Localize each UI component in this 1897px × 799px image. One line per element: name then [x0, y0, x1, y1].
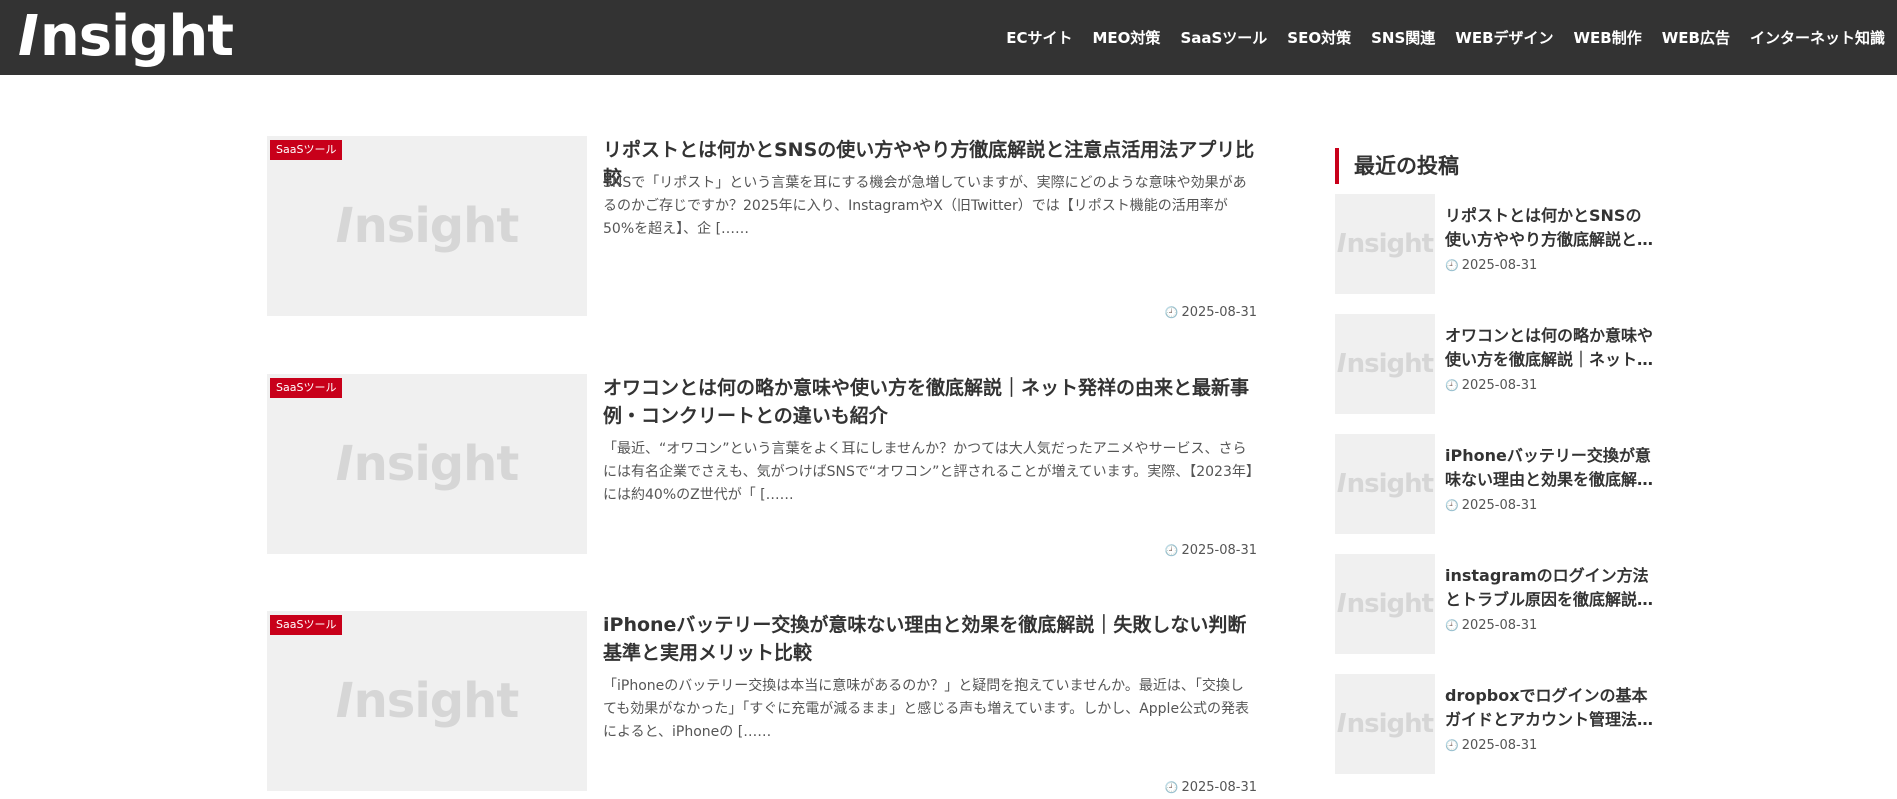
- clock-icon: 🕘: [1164, 306, 1179, 319]
- post-title[interactable]: iPhoneバッテリー交換が意味ない理由と効果を徹底解説｜失敗しない判断基準と実…: [603, 611, 1263, 667]
- recent-post-date: 🕘 2025-08-31: [1445, 258, 1538, 273]
- nav-item-ec[interactable]: ECサイト: [1006, 27, 1072, 48]
- recent-post-item[interactable]: Insight オワコンとは何の略か意味や使い方を徹底解説｜ネット発祥の由来と最…: [1335, 314, 1655, 414]
- post-excerpt: 「iPhoneのバッテリー交換は本当に意味があるのか？」と疑問を抱えていませんか…: [603, 678, 1250, 740]
- post-thumbnail[interactable]: Insight SaaSツール: [267, 136, 587, 316]
- recent-post-thumbnail[interactable]: Insight: [1335, 554, 1435, 654]
- post-card[interactable]: Insight SaaSツール オワコンとは何の略か意味や使い方を徹底解説｜ネッ…: [267, 374, 1257, 558]
- nav-item-sns[interactable]: SNS関連: [1371, 27, 1435, 48]
- nav-item-meo[interactable]: MEO対策: [1093, 27, 1161, 48]
- recent-post-title[interactable]: iPhoneバッテリー交換が意味ない理由と効果を徹底解説｜失敗しない判断基準: [1445, 444, 1655, 492]
- recent-posts-heading: 最近の投稿: [1335, 148, 1655, 184]
- global-nav: ECサイト MEO対策 SaaSツール SEO対策 SNS関連 WEBデザイン …: [986, 0, 1885, 75]
- nav-item-saas[interactable]: SaaSツール: [1180, 27, 1267, 48]
- recent-post-date: 🕘 2025-08-31: [1445, 738, 1538, 753]
- recent-post-thumbnail[interactable]: Insight: [1335, 314, 1435, 414]
- clock-icon: 🕘: [1445, 499, 1459, 512]
- sidebar: 最近の投稿 Insight リポストとは何かとSNSの使い方ややり方徹底解説と注…: [1335, 148, 1655, 774]
- post-card[interactable]: Insight SaaSツール iPhoneバッテリー交換が意味ない理由と効果を…: [267, 611, 1257, 795]
- clock-icon: 🕘: [1445, 619, 1459, 632]
- category-badge[interactable]: SaaSツール: [270, 140, 343, 160]
- recent-post-title[interactable]: dropboxでログインの基本ガイドとアカウント管理法｜使い方: [1445, 684, 1655, 732]
- nav-item-web-ads[interactable]: WEB広告: [1662, 27, 1730, 48]
- site-header: Insight ECサイト MEO対策 SaaSツール SEO対策 SNS関連 …: [0, 0, 1897, 75]
- category-badge[interactable]: SaaSツール: [270, 378, 343, 398]
- recent-post-item[interactable]: Insight リポストとは何かとSNSの使い方ややり方徹底解説と注意点活用法ア…: [1335, 194, 1655, 294]
- category-badge[interactable]: SaaSツール: [270, 615, 343, 635]
- thumbnail-logo: Insight: [335, 673, 520, 729]
- post-date: 🕘 2025-08-31: [1164, 780, 1257, 795]
- post-excerpt: 「最近、“オワコン”という言葉をよく耳にしませんか？かつては大人気だったアニメや…: [603, 441, 1253, 503]
- clock-icon: 🕘: [1164, 544, 1179, 557]
- clock-icon: 🕘: [1164, 781, 1179, 794]
- logo-text: nsight: [39, 4, 234, 69]
- thumbnail-logo: Insight: [335, 198, 520, 254]
- recent-post-thumbnail[interactable]: Insight: [1335, 434, 1435, 534]
- post-title[interactable]: オワコンとは何の略か意味や使い方を徹底解説｜ネット発祥の由来と最新事例・コンクリ…: [603, 374, 1263, 430]
- recent-post-date: 🕘 2025-08-31: [1445, 618, 1538, 633]
- post-thumbnail[interactable]: Insight SaaSツール: [267, 611, 587, 791]
- nav-item-seo[interactable]: SEO対策: [1287, 27, 1351, 48]
- post-thumbnail[interactable]: Insight SaaSツール: [267, 374, 587, 554]
- post-date: 🕘 2025-08-31: [1164, 305, 1257, 320]
- post-date: 🕘 2025-08-31: [1164, 543, 1257, 558]
- thumbnail-logo: Insight: [1336, 709, 1434, 739]
- recent-post-thumbnail[interactable]: Insight: [1335, 674, 1435, 774]
- site-logo[interactable]: Insight: [18, 4, 234, 70]
- logo-initial: I: [18, 4, 39, 69]
- clock-icon: 🕘: [1445, 739, 1459, 752]
- nav-item-web-design[interactable]: WEBデザイン: [1455, 27, 1553, 48]
- thumbnail-logo: Insight: [335, 436, 520, 492]
- recent-post-item[interactable]: Insight dropboxでログインの基本ガイドとアカウント管理法｜使い方 …: [1335, 674, 1655, 774]
- clock-icon: 🕘: [1445, 379, 1459, 392]
- recent-post-date: 🕘 2025-08-31: [1445, 498, 1538, 513]
- thumbnail-logo: Insight: [1336, 349, 1434, 379]
- thumbnail-logo: Insight: [1336, 229, 1434, 259]
- recent-post-date: 🕘 2025-08-31: [1445, 378, 1538, 393]
- recent-post-item[interactable]: Insight instagramのログイン方法とトラブル原因を徹底解説｜対処法…: [1335, 554, 1655, 654]
- clock-icon: 🕘: [1445, 259, 1459, 272]
- recent-post-item[interactable]: Insight iPhoneバッテリー交換が意味ない理由と効果を徹底解説｜失敗し…: [1335, 434, 1655, 534]
- recent-post-title[interactable]: リポストとは何かとSNSの使い方ややり方徹底解説と注意点活用法アプリ比較: [1445, 204, 1655, 252]
- nav-item-internet[interactable]: インターネット知識: [1750, 27, 1885, 48]
- post-excerpt: SNSで「リポスト」という言葉を耳にする機会が急増していますが、実際にどのような…: [603, 175, 1247, 237]
- recent-post-title[interactable]: instagramのログイン方法とトラブル原因を徹底解説｜対処法: [1445, 564, 1655, 612]
- nav-item-web-production[interactable]: WEB制作: [1574, 27, 1642, 48]
- thumbnail-logo: Insight: [1336, 589, 1434, 619]
- thumbnail-logo: Insight: [1336, 469, 1434, 499]
- recent-post-title[interactable]: オワコンとは何の略か意味や使い方を徹底解説｜ネット発祥の由来と最新事例: [1445, 324, 1655, 372]
- post-card[interactable]: Insight SaaSツール リポストとは何かとSNSの使い方ややり方徹底解説…: [267, 136, 1257, 320]
- recent-post-thumbnail[interactable]: Insight: [1335, 194, 1435, 294]
